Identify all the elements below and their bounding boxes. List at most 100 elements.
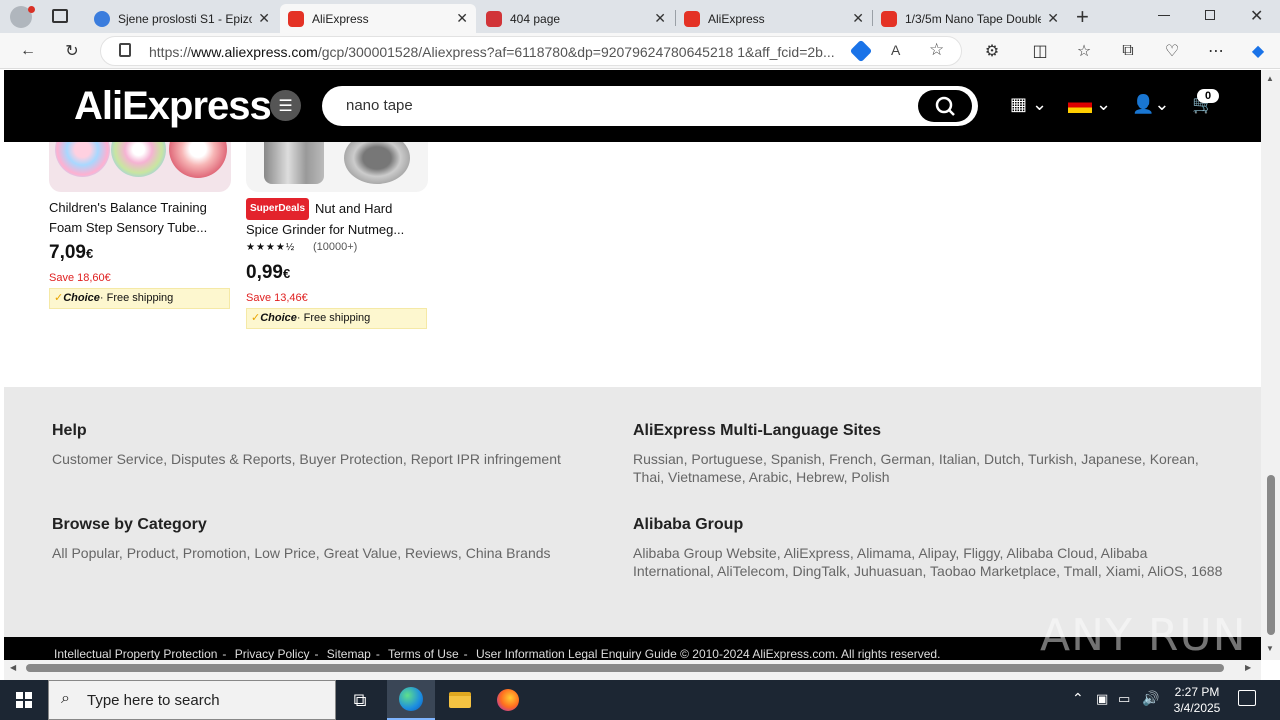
alibaba-heading: Alibaba Group	[633, 516, 744, 533]
search-query: nano tape	[346, 97, 413, 114]
browser-toolbar: ← ↻ https://www.aliexpress.com/gcp/30000…	[0, 33, 1280, 69]
product-image[interactable]	[246, 142, 428, 192]
product-save-text: Save 18,60€	[49, 272, 111, 284]
product-title[interactable]: Children's Balance Training Foam Step Se…	[49, 198, 231, 238]
check-icon: ✓	[251, 312, 261, 324]
legal-link-ip[interactable]: Intellectual Property Protection	[54, 647, 217, 660]
chevron-down-icon[interactable]: ⌄	[1096, 94, 1111, 115]
categories-menu-button[interactable]: ☰	[270, 90, 301, 121]
tray-device-icon[interactable]: ▣	[1096, 691, 1108, 707]
close-icon[interactable]: ✕	[852, 10, 864, 27]
extensions-icon[interactable]: ⚙	[980, 39, 1004, 63]
file-explorer-icon[interactable]	[436, 680, 484, 720]
choice-label: Choice	[63, 292, 100, 304]
close-icon[interactable]: ✕	[654, 10, 666, 27]
legal-link-privacy[interactable]: Privacy Policy	[235, 647, 310, 660]
windows-start-icon[interactable]	[0, 680, 48, 720]
tab-2-active[interactable]: AliExpress ✕	[280, 4, 476, 33]
site-footer: Help Customer Service, Disputes & Report…	[4, 387, 1261, 637]
legal-link-sitemap[interactable]: Sitemap	[327, 647, 371, 660]
minimize-icon[interactable]	[1158, 15, 1170, 16]
clock-date: 3/4/2025	[1173, 701, 1221, 715]
product-image[interactable]	[49, 142, 231, 192]
browse-category-heading: Browse by Category	[52, 516, 207, 533]
alibaba-links[interactable]: Alibaba Group Website, AliExpress, Alima…	[633, 544, 1223, 580]
taskbar-clock[interactable]: 2:27 PM 3/4/2025	[1162, 684, 1232, 716]
app-qr-icon[interactable]: ▦ ⌄	[1010, 94, 1047, 115]
firefox-icon[interactable]	[484, 680, 532, 720]
coupon-tag-icon[interactable]	[849, 39, 873, 63]
tab-title: AliExpress	[708, 11, 765, 26]
notification-center-icon[interactable]	[1238, 690, 1256, 706]
browser-essentials-icon[interactable]: ♡	[1160, 39, 1184, 63]
vertical-scroll-thumb[interactable]	[1267, 475, 1275, 635]
search-input[interactable]: nano tape	[322, 86, 978, 126]
germany-flag-icon[interactable]	[1068, 97, 1092, 113]
tray-chevron-up-icon[interactable]: ⌃	[1072, 690, 1084, 707]
window-close-icon[interactable]: ✕	[1250, 6, 1263, 26]
hamburger-icon: ☰	[278, 97, 293, 115]
browse-category-links[interactable]: All Popular, Product, Promotion, Low Pri…	[52, 544, 612, 562]
split-screen-icon[interactable]: ◫	[1028, 39, 1052, 63]
close-icon[interactable]: ✕	[258, 10, 270, 27]
volume-icon[interactable]: 🔊	[1142, 690, 1159, 707]
account-user-icon[interactable]: 👤⌄	[1132, 94, 1170, 115]
task-view-icon[interactable]: ⧉	[336, 680, 384, 720]
shipping-label: · Free shipping	[296, 312, 371, 324]
vertical-scrollbar[interactable]: ▲ ▼	[1261, 70, 1280, 660]
search-button[interactable]	[918, 90, 972, 122]
reload-icon[interactable]: ↻	[60, 39, 84, 63]
search-icon	[935, 96, 955, 116]
help-heading: Help	[52, 422, 87, 439]
back-arrow-icon[interactable]: ←	[16, 39, 40, 63]
lock-icon[interactable]	[119, 43, 131, 57]
tab-favicon-icon	[94, 10, 110, 27]
close-icon[interactable]: ✕	[1047, 10, 1059, 27]
collections-icon[interactable]: ⧉	[1116, 39, 1140, 63]
check-icon: ✓	[54, 292, 64, 304]
search-icon: ⌕	[61, 690, 70, 707]
tab-1[interactable]: Sjene proslosti S1 - Epizoda ✕	[86, 4, 278, 33]
legal-links: Intellectual Property Protection - Privac…	[54, 647, 941, 660]
scroll-down-arrow-icon[interactable]: ▼	[1266, 644, 1274, 653]
windows-taskbar: ⌕ Type here to search ⧉ ⌃ ▣ ▭ 🔊 2:27 PM …	[0, 680, 1280, 720]
restore-icon[interactable]	[1205, 10, 1215, 20]
page-viewport: AliExpress ☰ nano tape ▦ ⌄ ⌄ 👤⌄ 🛒 0 Chil…	[4, 70, 1261, 660]
more-menu-icon[interactable]: ⋯	[1204, 39, 1228, 63]
taskbar-search-input[interactable]: ⌕ Type here to search	[48, 680, 336, 720]
multilang-links[interactable]: Russian, Portuguese, Spanish, French, Ge…	[633, 450, 1213, 486]
network-icon[interactable]: ▭	[1118, 691, 1130, 707]
notification-dot	[28, 6, 35, 13]
tab-title: Sjene proslosti S1 - Epizoda	[118, 11, 253, 26]
copilot-icon[interactable]: ◆	[1246, 39, 1270, 63]
tab-5[interactable]: 1/3/5m Nano Tape Double Sid ✕	[873, 4, 1067, 33]
help-links[interactable]: Customer Service, Disputes & Reports, Bu…	[52, 450, 612, 468]
horizontal-scrollbar[interactable]: ◀ ▶	[4, 660, 1261, 680]
edge-browser-icon[interactable]	[387, 680, 435, 720]
favorite-star-icon[interactable]: ☆	[929, 40, 944, 60]
favorites-icon[interactable]: ☆	[1072, 39, 1096, 63]
address-bar[interactable]: https://www.aliexpress.com/gcp/300001528…	[100, 36, 962, 66]
product-save-text: Save 13,46€	[246, 292, 308, 304]
product-price: 7,09€	[49, 242, 93, 264]
taskbar-search-placeholder: Type here to search	[87, 692, 220, 709]
scroll-right-arrow-icon[interactable]: ▶	[1245, 663, 1251, 672]
legal-link-terms[interactable]: Terms of Use	[388, 647, 459, 660]
scroll-up-arrow-icon[interactable]: ▲	[1266, 74, 1274, 83]
scroll-left-arrow-icon[interactable]: ◀	[10, 663, 16, 672]
new-tab-plus-icon[interactable]: +	[1076, 4, 1089, 30]
close-icon[interactable]: ✕	[456, 10, 468, 27]
horizontal-scroll-thumb[interactable]	[26, 664, 1224, 672]
legal-link-enquiry[interactable]: User Information Legal Enquiry Guide	[476, 647, 677, 660]
url-text[interactable]: https://www.aliexpress.com/gcp/300001528…	[149, 44, 849, 60]
product-title[interactable]: SuperDeals Nut and Hard Spice Grinder for…	[246, 198, 428, 240]
tab-actions-icon[interactable]	[52, 9, 68, 23]
shipping-label: · Free shipping	[99, 292, 174, 304]
tab-3[interactable]: 404 page ✕	[478, 4, 674, 33]
site-header: AliExpress ☰ nano tape ▦ ⌄ ⌄ 👤⌄ 🛒 0	[4, 70, 1261, 142]
url-domain: www.aliexpress.com	[191, 44, 318, 60]
read-aloud-icon[interactable]: A	[891, 42, 900, 58]
tab-4[interactable]: AliExpress ✕	[676, 4, 872, 33]
aliexpress-logo[interactable]: AliExpress	[74, 84, 272, 129]
price-value: 0,99	[246, 262, 283, 283]
